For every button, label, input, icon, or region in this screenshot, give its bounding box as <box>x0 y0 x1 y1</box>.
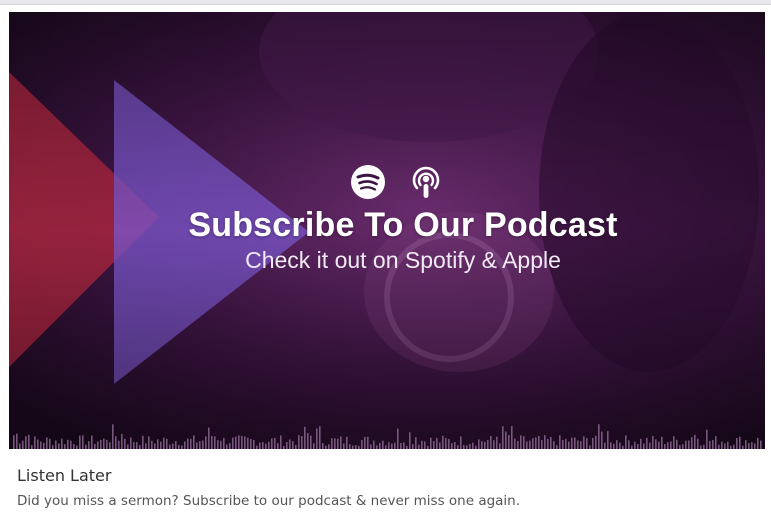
podcast-card: Subscribe To Our Podcast Check it out on… <box>0 0 771 525</box>
podcast-banner[interactable]: Subscribe To Our Podcast Check it out on… <box>9 12 765 449</box>
card-title: Listen Later <box>17 466 112 485</box>
apple-podcasts-icon[interactable] <box>406 162 446 202</box>
top-divider <box>0 0 771 5</box>
banner-content: Subscribe To Our Podcast Check it out on… <box>9 162 765 274</box>
spotify-icon[interactable] <box>348 162 388 202</box>
platform-icons <box>29 162 765 202</box>
banner-subtitle: Check it out on Spotify & Apple <box>245 247 561 273</box>
banner-title: Subscribe To Our Podcast <box>188 206 618 244</box>
card-description: Did you miss a sermon? Subscribe to our … <box>17 493 521 509</box>
